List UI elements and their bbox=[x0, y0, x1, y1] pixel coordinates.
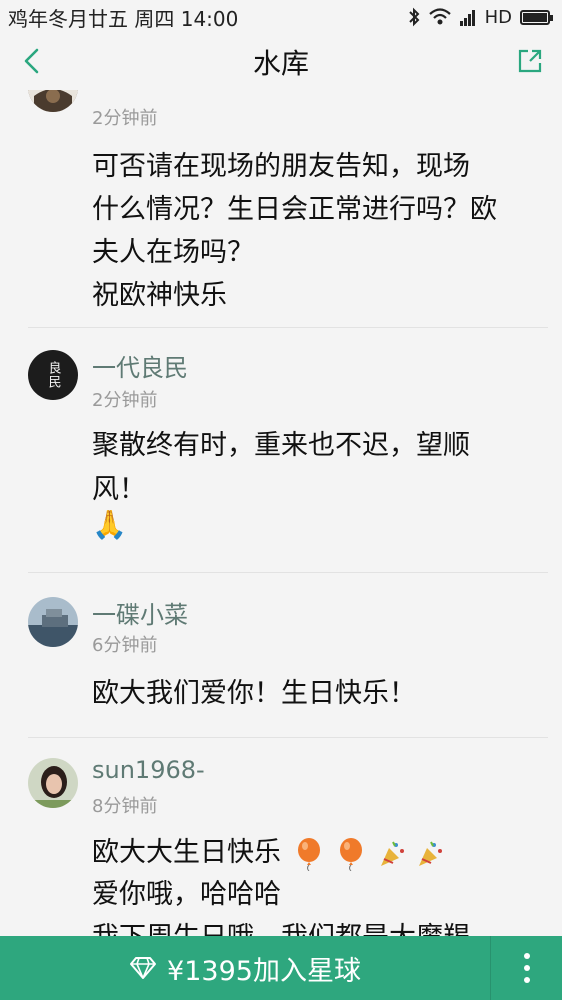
bottom-bar: ¥1395加入星球 bbox=[0, 936, 562, 1000]
comment-text: 欧大大生日快乐 bbox=[92, 837, 281, 868]
comment-text-line: 夫人在场吗？ bbox=[92, 237, 254, 268]
wifi-icon bbox=[428, 8, 451, 25]
comment-author[interactable]: 一代良民 bbox=[92, 348, 188, 383]
diamond-icon bbox=[130, 957, 157, 979]
status-right: HD bbox=[407, 6, 553, 28]
avatar-text: 良民 bbox=[45, 361, 61, 389]
avatar[interactable]: 良民 bbox=[28, 350, 78, 400]
more-icon[interactable] bbox=[491, 936, 562, 1000]
comment-text-line: 我下周生日哦，我们都是大魔羯 bbox=[92, 915, 470, 936]
comment-text-line: 欧大大生日快乐 bbox=[92, 830, 443, 871]
comment-time: 2分钟前 bbox=[92, 108, 158, 129]
party-popper-icon bbox=[419, 841, 443, 866]
status-left: 鸡年冬月廿五 周四 14:00 bbox=[8, 3, 238, 32]
party-popper-icon bbox=[380, 841, 404, 866]
comment-item: 良民 一代良民 2分钟前 聚散终有时，重来也不迟，望顺 风！ 🙏 bbox=[0, 328, 562, 572]
page-title: 水库 bbox=[252, 47, 309, 80]
avatar[interactable] bbox=[28, 758, 78, 808]
avatar[interactable] bbox=[28, 90, 78, 112]
avatar[interactable] bbox=[28, 597, 78, 647]
balloon-icon bbox=[297, 837, 320, 871]
comment-item: 2分钟前 可否请在现场的朋友告知，现场 什么情况？生日会正常进行吗？欧 夫人在场… bbox=[0, 90, 562, 327]
join-button[interactable]: ¥1395加入星球 bbox=[0, 936, 490, 1000]
avatar-image bbox=[28, 597, 78, 647]
comment-text-line: 聚散终有时，重来也不迟，望顺 bbox=[92, 430, 470, 461]
comment-text-line: 什么情况？生日会正常进行吗？欧 bbox=[92, 194, 497, 225]
network-type: HD bbox=[484, 6, 512, 28]
comment-author[interactable]: 一碟小菜 bbox=[92, 595, 188, 630]
comment-time: 8分钟前 bbox=[92, 796, 158, 817]
share-icon[interactable] bbox=[516, 47, 544, 75]
comment-item: 一碟小菜 6分钟前 欧大我们爱你！生日快乐！ bbox=[0, 573, 562, 737]
nav-bar: 水库 bbox=[0, 34, 562, 90]
status-time: 14:00 bbox=[180, 6, 239, 31]
comment-author[interactable]: sun1968- bbox=[92, 756, 205, 784]
signal-icon bbox=[459, 10, 475, 26]
comment-text-line: 可否请在现场的朋友告知，现场 bbox=[92, 151, 470, 182]
comment-item: sun1968- 8分钟前 欧大大生日快乐 爱你哦，哈哈哈 bbox=[0, 738, 562, 936]
status-weekday: 周四 bbox=[134, 6, 175, 31]
comment-text-line: 爱你哦，哈哈哈 bbox=[92, 879, 281, 910]
comment-time: 6分钟前 bbox=[92, 635, 158, 656]
comment-text-line: 欧大我们爱你！生日快乐！ bbox=[92, 678, 416, 709]
back-icon[interactable] bbox=[18, 46, 48, 76]
comment-feed[interactable]: 2分钟前 可否请在现场的朋友告知，现场 什么情况？生日会正常进行吗？欧 夫人在场… bbox=[0, 90, 562, 936]
praying-hands-emoji: 🙏 bbox=[92, 508, 127, 541]
status-bar: 鸡年冬月廿五 周四 14:00 HD bbox=[0, 0, 562, 34]
comment-time: 2分钟前 bbox=[92, 390, 158, 411]
join-label: ¥1395加入星球 bbox=[167, 955, 361, 987]
comment-text-line: 风！ bbox=[92, 474, 146, 505]
comment-text-line: 祝欧神快乐 bbox=[92, 280, 227, 311]
balloon-icon bbox=[340, 837, 363, 871]
avatar-image bbox=[28, 758, 78, 808]
battery-icon bbox=[520, 9, 553, 25]
avatar-image bbox=[28, 90, 78, 112]
bluetooth-icon bbox=[408, 7, 420, 27]
status-date: 鸡年冬月廿五 bbox=[8, 6, 128, 31]
